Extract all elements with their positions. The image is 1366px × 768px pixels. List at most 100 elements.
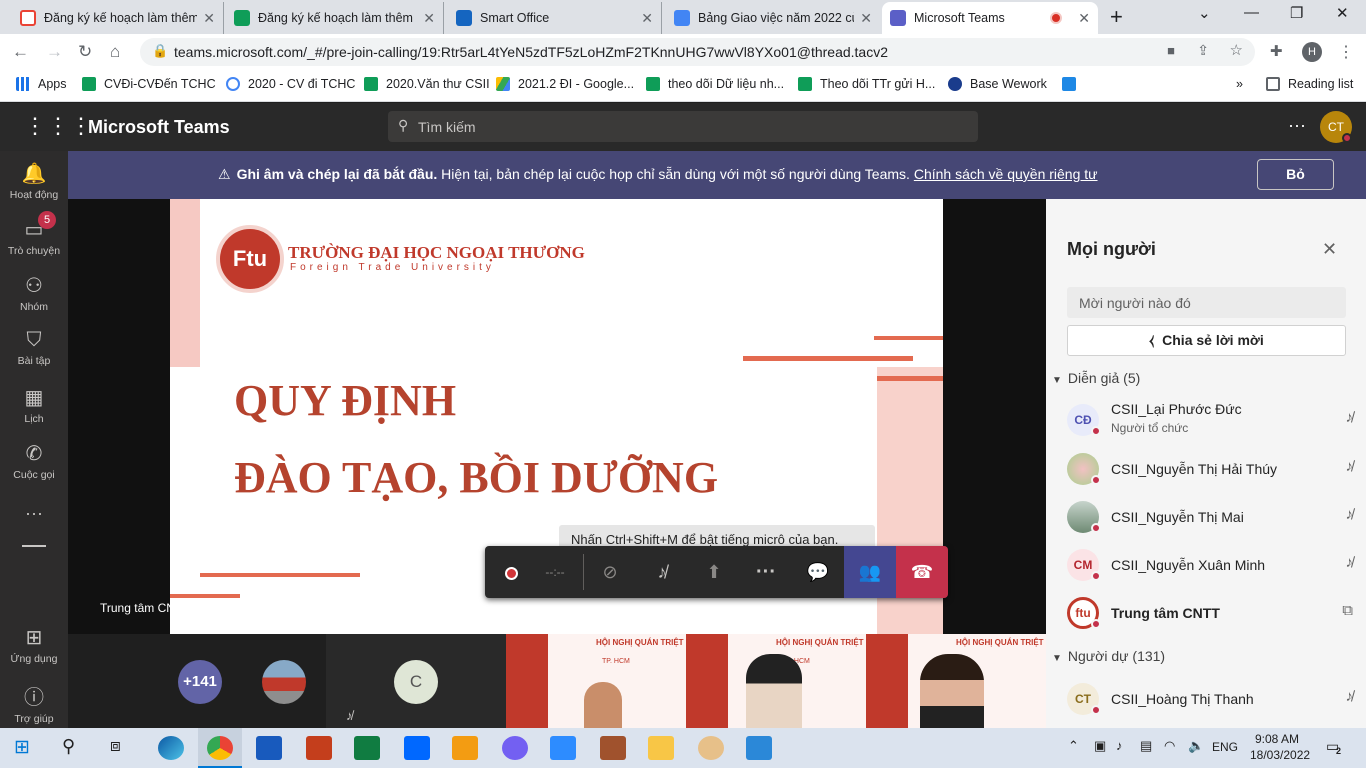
bookmark-item[interactable] — [1062, 77, 1084, 91]
bookmark-apps[interactable]: Apps — [16, 77, 67, 91]
slide-deco-line — [743, 356, 913, 361]
mic-muted-button[interactable]: ♪̸ — [636, 546, 688, 598]
participant-video — [746, 654, 802, 728]
bookmark-item[interactable]: CVĐi-CVĐến TCHC — [82, 77, 216, 91]
close-icon[interactable]: ✕ — [641, 10, 653, 27]
leave-call-button[interactable]: ☎ — [896, 546, 948, 598]
tray-overflow-icon[interactable]: ⌃ — [1068, 738, 1079, 754]
zoom-icon[interactable] — [550, 736, 576, 760]
extensions-icon[interactable]: ✚ — [1270, 42, 1283, 60]
bookmark-item[interactable]: Base Wework — [948, 77, 1047, 91]
close-icon[interactable]: ✕ — [1078, 10, 1090, 27]
zalo-icon[interactable] — [404, 736, 430, 760]
close-window-icon[interactable]: ✕ — [1336, 4, 1349, 22]
edge-icon[interactable] — [158, 736, 184, 760]
attendees-section-header[interactable]: ▼ Người dự (131) — [1052, 648, 1165, 664]
participant-row[interactable]: ftu Trung tâm CNTT ⧉ — [1063, 589, 1353, 637]
clock-date[interactable]: 18/03/2022 — [1250, 748, 1310, 762]
network-icon[interactable]: ▤ — [1140, 738, 1152, 754]
more-options-icon[interactable]: ··· — [1288, 115, 1306, 136]
invite-input[interactable]: Mời người nào đó — [1067, 287, 1346, 318]
reload-icon[interactable]: ↻ — [78, 42, 92, 62]
app-orange-icon[interactable] — [452, 736, 478, 760]
share-icon[interactable]: ⇪ — [1197, 42, 1209, 59]
participant-row[interactable]: CM CSII_Nguyễn Xuân Minh ♪̸ — [1063, 541, 1353, 589]
browser-tab-4[interactable]: Bảng Giao việc năm 2022 của ✕ — [666, 2, 880, 34]
photos-icon[interactable] — [746, 736, 772, 760]
tab-title: Đăng ký kế hoạch làm thêm — [258, 11, 413, 25]
viber-icon[interactable] — [502, 736, 528, 760]
tab-search-icon[interactable]: ⌄ — [1198, 4, 1211, 22]
rail-activity[interactable]: 🔔 Hoạt động — [0, 161, 68, 201]
bookmark-item[interactable]: 2021.2 ĐI - Google... — [496, 77, 634, 91]
paint-icon[interactable] — [698, 736, 724, 760]
wifi-icon[interactable]: ◠ — [1164, 738, 1175, 754]
minimize-icon[interactable]: — — [1244, 4, 1259, 21]
rail-calls[interactable]: ✆ Cuộc gọi — [0, 441, 68, 481]
browser-tab-1[interactable]: Đăng ký kế hoạch làm thêm ✕ — [12, 2, 224, 34]
more-actions-button[interactable]: ··· — [740, 546, 792, 598]
privacy-policy-link[interactable]: Chính sách về quyền riêng tư — [914, 166, 1098, 182]
task-view-icon[interactable]: ⧈ — [110, 736, 121, 756]
powerpoint-icon[interactable] — [306, 736, 332, 760]
rail-help[interactable]: ⓘ Trợ giúp — [0, 681, 68, 725]
rail-chat[interactable]: ▭ Trò chuyện 5 — [0, 211, 68, 257]
rail-more-icon[interactable]: ··· — [0, 503, 68, 524]
bookmarks-overflow[interactable]: » — [1236, 77, 1243, 91]
bookmark-item[interactable]: 2020.Văn thư CSII — [364, 77, 490, 91]
file-explorer-icon[interactable] — [648, 736, 674, 760]
bookmark-item[interactable]: theo dõi Dữ liệu nh... — [646, 77, 784, 91]
rail-calendar[interactable]: ▦ Lịch — [0, 385, 68, 425]
close-icon[interactable]: ✕ — [203, 10, 215, 27]
rail-teams[interactable]: ⚇ Nhóm — [0, 273, 68, 313]
clock-time[interactable]: 9:08 AM — [1255, 732, 1299, 746]
browser-tab-3[interactable]: Smart Office ✕ — [448, 2, 662, 34]
participant-row[interactable]: CSII_Nguyễn Thị Mai ♪̸ — [1063, 493, 1353, 541]
camera-off-button[interactable]: ⊘ — [584, 546, 636, 598]
overflow-participants[interactable]: +141 — [178, 660, 222, 704]
rail-apps[interactable]: ⊞ Ứng dụng — [0, 625, 68, 665]
thumb-title: HỘI NGHỊ QUÁN TRIỆT — [776, 638, 864, 647]
forward-icon[interactable]: → — [46, 42, 63, 62]
chrome-active-slot[interactable] — [198, 728, 242, 768]
back-icon[interactable]: ← — [12, 42, 29, 62]
presenters-section-header[interactable]: ▼ Diễn giả (5) — [1052, 370, 1140, 386]
close-icon[interactable]: ✕ — [860, 10, 872, 27]
search-icon[interactable]: ⚲ — [62, 736, 75, 757]
participant-row[interactable]: CĐ CSII_Lại Phước Đức Người tổ chức ♪̸ — [1063, 396, 1353, 444]
participant-row[interactable]: CSII_Nguyễn Thị Hải Thúy ♪̸ — [1063, 445, 1353, 493]
maximize-icon[interactable]: ❐ — [1290, 4, 1303, 22]
search-placeholder: Tìm kiếm — [418, 119, 476, 135]
home-icon[interactable]: ⌂ — [110, 42, 120, 62]
share-invite-button[interactable]: ⧼ Chia sẻ lời mời — [1067, 325, 1346, 356]
participants-button[interactable]: 👥 — [844, 546, 896, 598]
windows-start-icon[interactable]: ⊞ — [14, 736, 30, 759]
menu-kebab-icon[interactable]: ⋮ — [1338, 42, 1354, 62]
participant-row[interactable]: CT CSII_Hoàng Thị Thanh ♪̸ — [1063, 675, 1353, 723]
meet-now-icon[interactable]: ▣ — [1094, 738, 1106, 754]
camera-icon[interactable]: ■ — [1167, 43, 1175, 58]
close-panel-icon[interactable]: ✕ — [1322, 239, 1337, 260]
excel-icon[interactable] — [354, 736, 380, 760]
app-launcher-icon[interactable]: ⋮⋮⋮ — [24, 113, 93, 139]
input-language[interactable]: ENG — [1212, 740, 1238, 754]
volume-icon[interactable]: 🔈 — [1188, 738, 1204, 754]
rail-assignments[interactable]: ⛉ Bài tập — [0, 329, 68, 367]
close-icon[interactable]: ✕ — [423, 10, 435, 27]
microphone-icon[interactable]: ♪ — [1116, 738, 1123, 753]
snipping-tool-icon[interactable] — [600, 736, 626, 760]
new-tab-icon[interactable]: + — [1110, 4, 1123, 30]
reading-list[interactable]: Reading list — [1266, 77, 1353, 91]
browser-tab-teams[interactable]: Microsoft Teams ✕ — [882, 2, 1098, 34]
dismiss-button[interactable]: Bỏ — [1257, 159, 1334, 190]
chat-button[interactable]: 💬 — [792, 546, 844, 598]
profile-avatar[interactable]: H — [1302, 42, 1322, 62]
omnibox[interactable]: 🔒 teams.microsoft.com/_#/pre-join-callin… — [140, 38, 1255, 66]
word-icon[interactable] — [256, 736, 282, 760]
bookmark-item[interactable]: 2020 - CV đi TCHC — [226, 77, 355, 91]
bookmark-item[interactable]: Theo dõi TTr gửi H... — [798, 77, 935, 91]
search-input[interactable]: ⚲ Tìm kiếm — [388, 111, 978, 142]
browser-tab-2[interactable]: Đăng ký kế hoạch làm thêm ✕ — [226, 2, 444, 34]
bookmark-star-icon[interactable]: ☆ — [1230, 41, 1243, 59]
share-tray-button[interactable]: ⬆ — [688, 546, 740, 598]
